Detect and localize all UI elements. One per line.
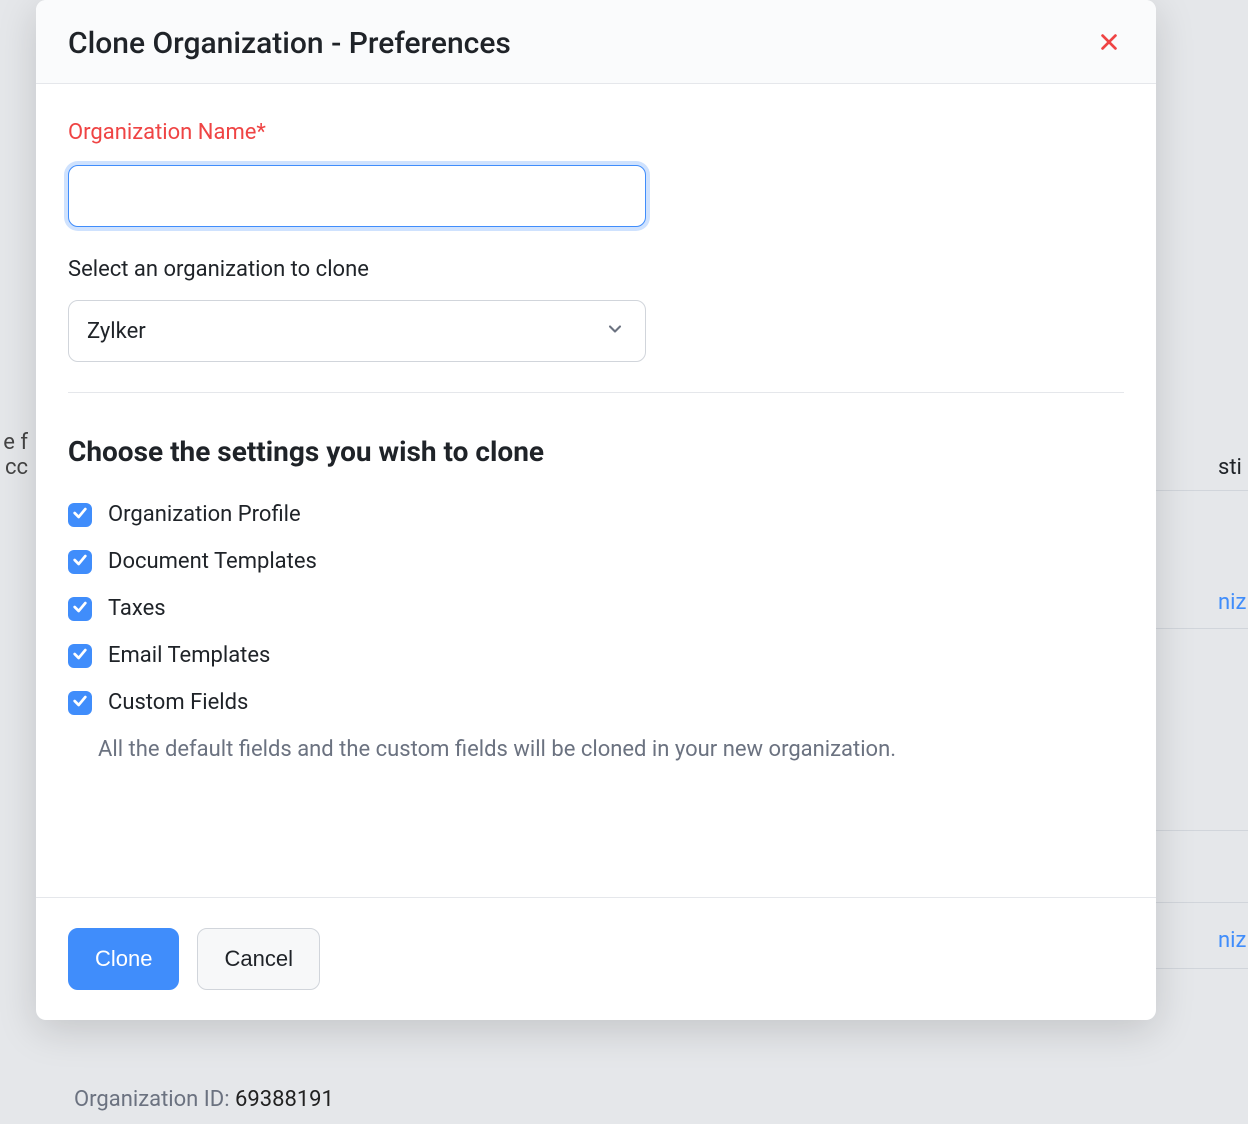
org-name-label: Organization Name* [68,120,1124,145]
settings-heading: Choose the settings you wish to clone [68,435,1124,468]
select-org-label: Select an organization to clone [68,257,1124,282]
option-custom-fields[interactable]: Custom Fields [68,690,1124,715]
modal-header: Clone Organization - Preferences [36,0,1156,84]
cancel-button[interactable]: Cancel [197,928,319,990]
background-partial-right-link: niz [1218,928,1248,953]
option-label: Document Templates [108,549,317,574]
option-label: Organization Profile [108,502,301,527]
background-org-id: Organization ID: 69388191 [74,1087,334,1112]
select-org-group: Select an organization to clone Zylker [68,257,1124,362]
background-partial-left: e f cc [0,430,28,480]
org-name-input[interactable] [68,165,646,227]
checkbox[interactable] [68,691,92,715]
option-label: Taxes [108,596,166,621]
select-org-value: Zylker [87,319,146,344]
option-label: Custom Fields [108,690,248,715]
option-email-templates[interactable]: Email Templates [68,643,1124,668]
clone-organization-modal: Clone Organization - Preferences Organiz… [36,0,1156,1020]
option-organization-profile[interactable]: Organization Profile [68,502,1124,527]
background-partial-right: sti [1218,455,1248,480]
checkbox[interactable] [68,644,92,668]
checkbox[interactable] [68,503,92,527]
clone-button[interactable]: Clone [68,928,179,990]
option-label: Email Templates [108,643,270,668]
check-icon [72,505,88,525]
checkbox[interactable] [68,597,92,621]
org-name-group: Organization Name* [68,120,1124,227]
check-icon [72,552,88,572]
close-icon [1098,31,1120,56]
modal-footer: Clone Cancel [36,897,1156,1020]
check-icon [72,693,88,713]
modal-title: Clone Organization - Preferences [68,26,511,61]
divider [68,392,1124,393]
check-icon [72,599,88,619]
option-taxes[interactable]: Taxes [68,596,1124,621]
custom-fields-helper: All the default fields and the custom fi… [98,737,1124,762]
option-document-templates[interactable]: Document Templates [68,549,1124,574]
checkbox[interactable] [68,550,92,574]
select-org-dropdown[interactable]: Zylker [68,300,646,362]
close-button[interactable] [1094,27,1124,60]
check-icon [72,646,88,666]
background-partial-right-link: niz [1218,590,1248,615]
modal-body: Organization Name* Select an organizatio… [36,84,1156,897]
chevron-down-icon [605,319,625,343]
